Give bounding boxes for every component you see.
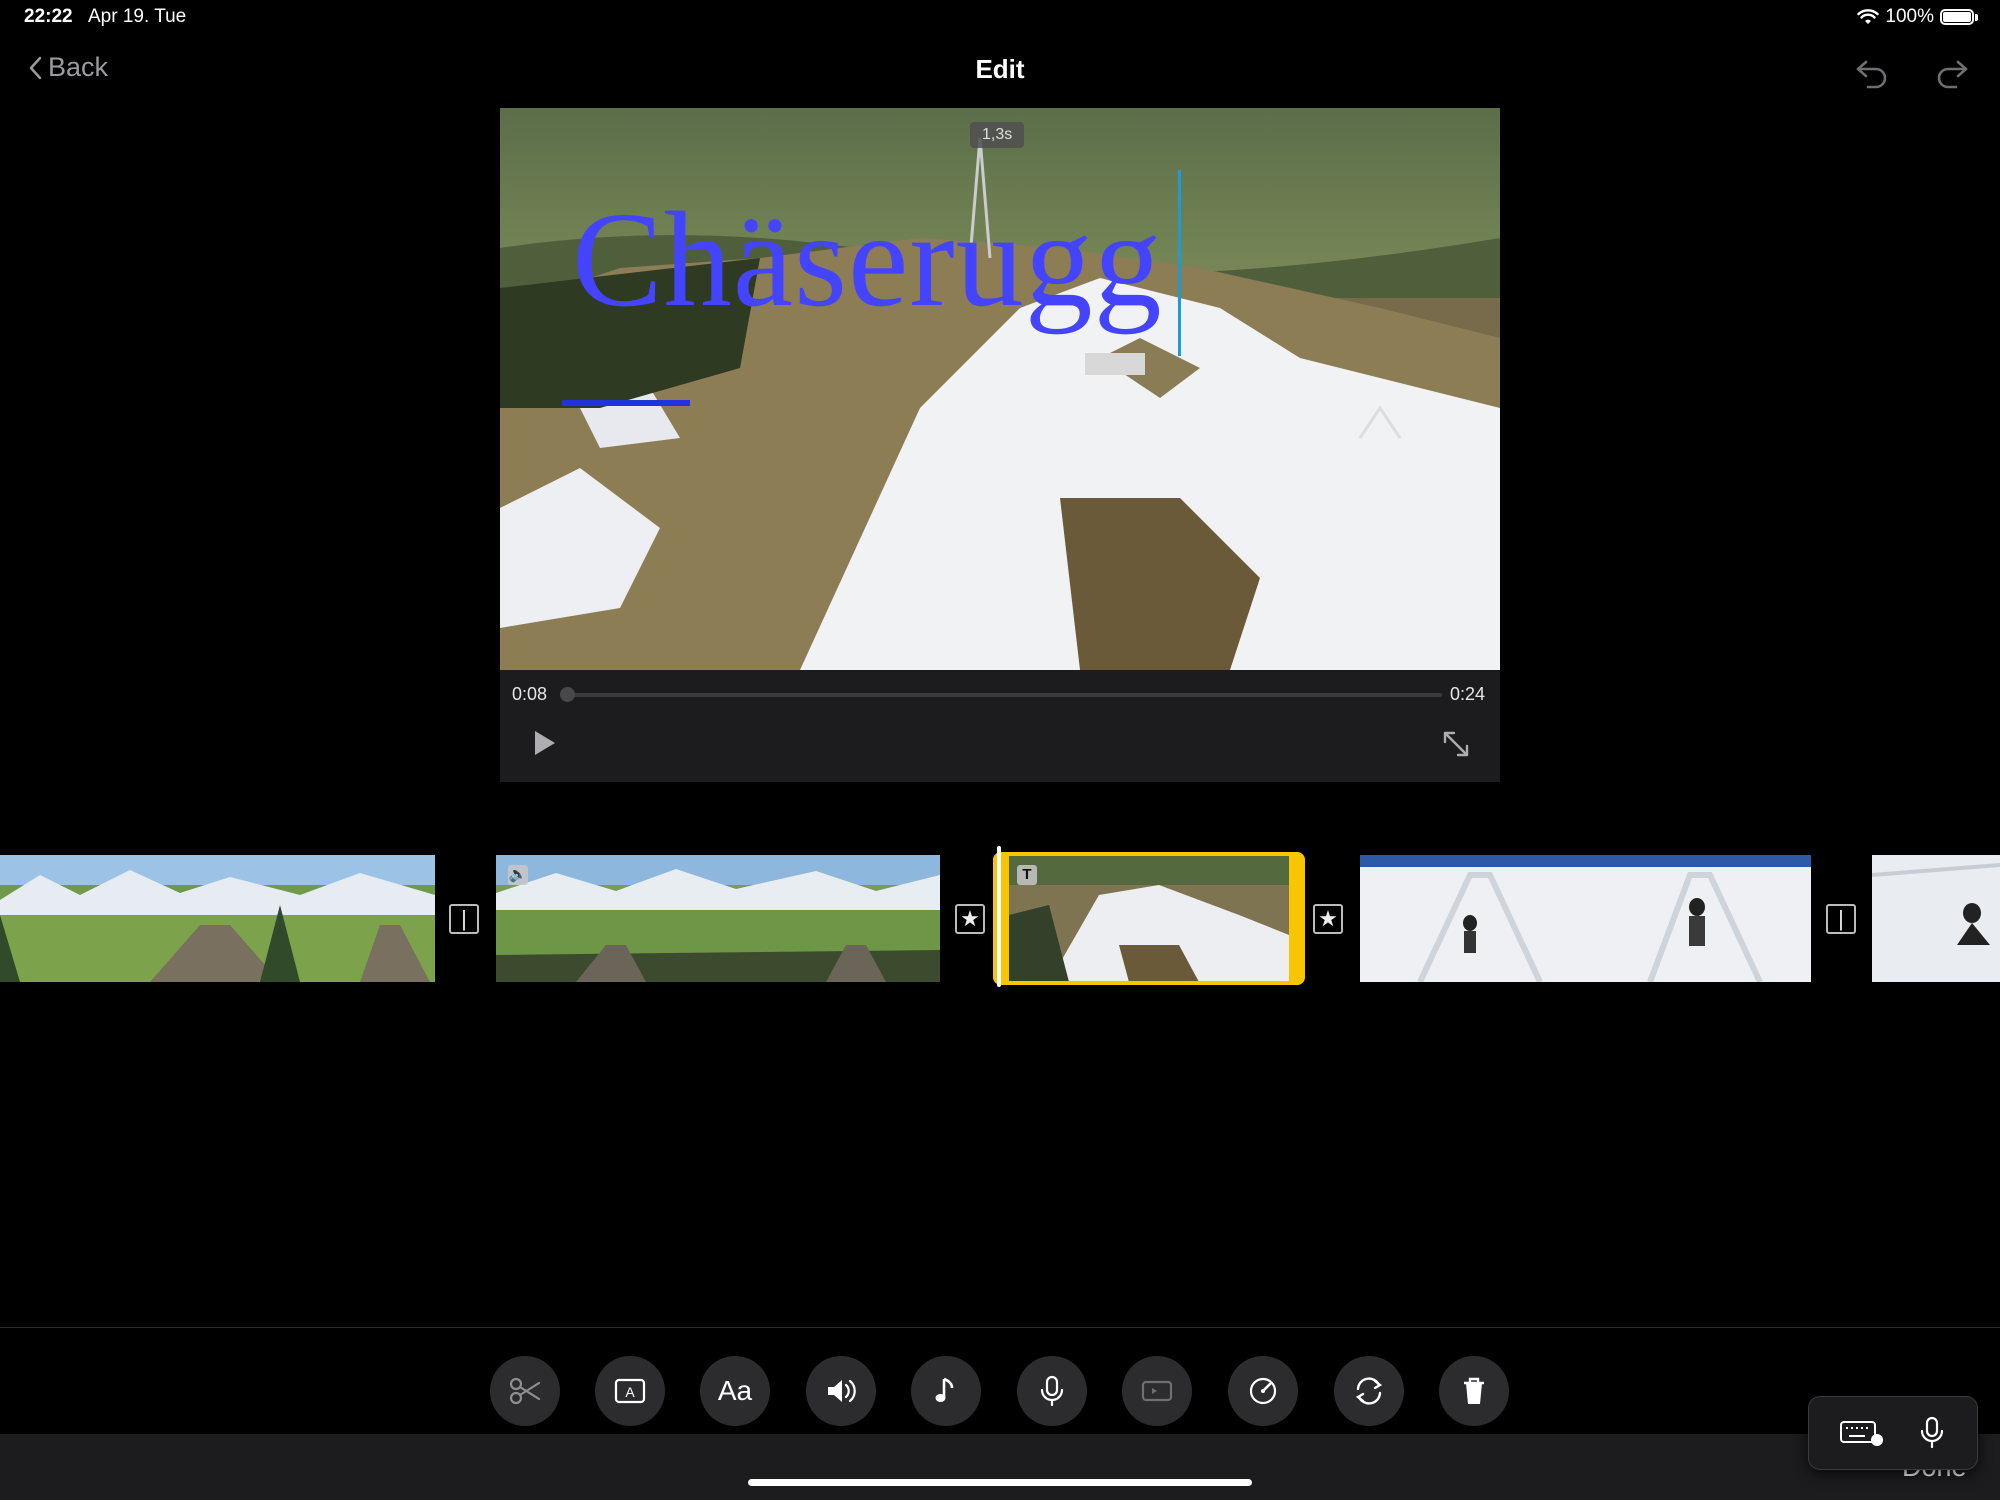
- transition-button-3[interactable]: ★: [1313, 904, 1343, 934]
- play-icon[interactable]: [530, 728, 558, 758]
- battery-percent: 100%: [1885, 6, 1934, 27]
- trash-icon: [1464, 1377, 1484, 1404]
- player-controls: [500, 670, 1500, 782]
- scrubber-track[interactable]: [566, 693, 1442, 697]
- music-tool-button[interactable]: [911, 1356, 981, 1426]
- trim-handle-left[interactable]: [993, 852, 1009, 985]
- scissors-icon: [509, 1377, 541, 1405]
- keyboard-icon[interactable]: [1839, 1417, 1883, 1449]
- selected-clip-frame: [993, 852, 1305, 985]
- timeline-clip-1[interactable]: [0, 855, 435, 982]
- timeline-clip-5[interactable]: [1872, 855, 2000, 982]
- total-time: 0:24: [1450, 684, 1486, 704]
- battery-tip: [1975, 13, 1978, 21]
- microphone-icon: [1040, 1375, 1064, 1407]
- trim-handle-right[interactable]: [1289, 852, 1305, 985]
- clip-thumbnail: [1360, 855, 1811, 982]
- text-style-icon: Aa: [717, 1375, 753, 1406]
- undo-icon[interactable]: [1852, 52, 1892, 92]
- rotate-tool-button[interactable]: [1334, 1356, 1404, 1426]
- titles-tool-button[interactable]: A: [595, 1356, 665, 1426]
- clip-thumbnail: [0, 855, 435, 982]
- page-title: Edit: [975, 54, 1025, 84]
- toolbar-divider: [0, 1327, 2000, 1328]
- voiceover-tool-button[interactable]: [1017, 1356, 1087, 1426]
- speed-tool-button[interactable]: [1228, 1356, 1298, 1426]
- keyboard-shortcut-panel: [1808, 1396, 1978, 1470]
- clip-thumbnail: [496, 855, 940, 982]
- delete-tool-button[interactable]: [1439, 1356, 1509, 1426]
- battery-icon: [1940, 9, 1974, 25]
- music-note-icon: [935, 1377, 954, 1402]
- dictation-microphone-icon[interactable]: [1919, 1415, 1945, 1451]
- text-cursor: [1178, 170, 1181, 356]
- title-underline: [562, 400, 690, 406]
- transition-button-1[interactable]: |: [449, 904, 479, 934]
- volume-tool-button[interactable]: [806, 1356, 876, 1426]
- playhead[interactable]: [997, 846, 1001, 987]
- status-indicators: 100%: [1857, 6, 1978, 28]
- timeline-clip-2[interactable]: 🔈: [496, 855, 940, 982]
- speed-icon: [1249, 1377, 1277, 1405]
- rotate-icon: [1355, 1377, 1383, 1405]
- status-date: Apr 19. Tue: [88, 6, 187, 27]
- svg-text:A: A: [625, 1384, 635, 1400]
- transition-button-2[interactable]: ★: [955, 904, 985, 934]
- title-text-overlay[interactable]: Chäserugg: [572, 192, 1163, 328]
- split-tool-button[interactable]: [490, 1356, 560, 1426]
- camera-tool-button[interactable]: [1122, 1356, 1192, 1426]
- muted-audio-icon: 🔈: [508, 865, 528, 885]
- fullscreen-icon[interactable]: [1442, 730, 1470, 758]
- current-time: 0:08: [512, 684, 548, 704]
- home-indicator: [748, 1479, 1252, 1486]
- text-style-button[interactable]: Aa: [700, 1356, 770, 1426]
- title-icon: A: [614, 1378, 646, 1404]
- scrubber-knob[interactable]: [560, 687, 575, 702]
- wifi-icon: [1857, 9, 1880, 24]
- clip-thumbnail: [1872, 855, 2000, 982]
- redo-icon[interactable]: [1932, 52, 1972, 92]
- camera-icon: [1141, 1380, 1173, 1402]
- duration-badge: 1,3s: [970, 122, 1025, 148]
- timeline-clip-4[interactable]: [1360, 855, 1811, 982]
- bottom-bar: [0, 1434, 2000, 1500]
- transition-button-4[interactable]: |: [1826, 904, 1856, 934]
- volume-icon: [828, 1379, 856, 1403]
- status-time: 22:22: [24, 6, 73, 27]
